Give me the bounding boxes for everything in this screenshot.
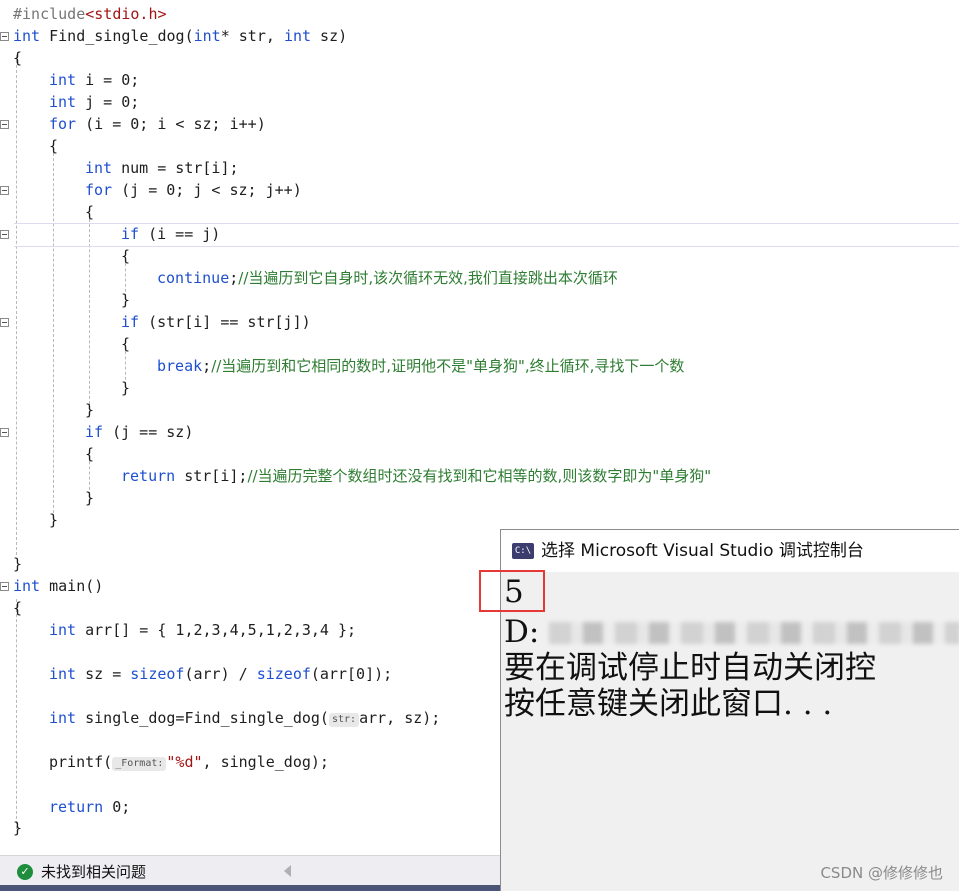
fold-toggle-icon[interactable] xyxy=(0,32,9,41)
code-line: { xyxy=(85,203,95,221)
console-title: 选择 Microsoft Visual Studio 调试控制台 xyxy=(541,541,864,561)
code-line: { xyxy=(13,599,23,617)
code-line: } xyxy=(121,291,131,309)
code-line: } xyxy=(85,401,95,419)
code-line: int Find_single_dog(int* str, int sz) xyxy=(13,27,348,45)
code-line: { xyxy=(13,49,23,67)
code-line: #include<stdio.h> xyxy=(13,5,167,23)
code-line: int sz = sizeof(arr) / sizeof(arr[0]); xyxy=(49,665,393,683)
code-line: break;//当遍历到和它相同的数时,证明他不是"单身狗",终止循环,寻找下一… xyxy=(157,357,685,375)
fold-toggle-icon[interactable] xyxy=(0,318,9,327)
indent-guide xyxy=(16,55,17,555)
debug-console-window[interactable]: C:\ 选择 Microsoft Visual Studio 调试控制台 5 D… xyxy=(500,529,959,891)
fold-toggle-icon[interactable] xyxy=(0,582,9,591)
code-line: { xyxy=(49,137,59,155)
code-line: for (i = 0; i < sz; i++) xyxy=(49,115,266,133)
code-line: int arr[] = { 1,2,3,4,5,1,2,3,4 }; xyxy=(49,621,357,639)
code-line: int i = 0; xyxy=(49,71,140,89)
status-bar-accent xyxy=(0,885,500,891)
fold-toggle-icon[interactable] xyxy=(0,186,9,195)
code-line: { xyxy=(121,335,131,353)
fold-toggle-icon[interactable] xyxy=(0,230,9,239)
code-line: if (str[i] == str[j]) xyxy=(121,313,311,331)
parameter-hint: _Format: xyxy=(112,757,167,771)
code-line: return str[i];//当遍历完整个数组时还没有找到和它相等的数,则该数… xyxy=(121,467,712,485)
console-output-line: D: xyxy=(504,614,540,650)
code-line: if (i == j) xyxy=(121,225,221,243)
console-app-icon: C:\ xyxy=(512,543,534,559)
indent-guide xyxy=(16,599,17,829)
indent-guide xyxy=(53,143,54,523)
console-output-line: 按任意键关闭此窗口. . . xyxy=(504,686,833,722)
code-line: if (j == sz) xyxy=(85,423,194,441)
code-line: } xyxy=(85,489,95,507)
parameter-hint: str: xyxy=(328,713,360,727)
code-line: continue;//当遍历到它自身时,该次循环无效,我们直接跳出本次循环 xyxy=(157,269,618,287)
code-line: { xyxy=(85,445,95,463)
code-line: } xyxy=(121,379,131,397)
code-line: return 0; xyxy=(49,798,131,816)
console-output[interactable]: 5 D: 要在调试停止时自动关闭控 按任意键关闭此窗口. . . xyxy=(501,572,959,891)
code-line: } xyxy=(49,511,59,529)
output-highlight-box xyxy=(479,570,545,612)
watermark: CSDN @修修修也 xyxy=(820,864,943,882)
check-circle-icon: ✓ xyxy=(17,864,33,880)
code-line: int single_dog=Find_single_dog(str: arr, … xyxy=(49,709,441,727)
fold-toggle-icon[interactable] xyxy=(0,428,9,437)
scroll-left-icon[interactable] xyxy=(284,865,291,877)
status-bar: ✓ 未找到相关问题 xyxy=(0,855,500,891)
code-line: int main() xyxy=(13,577,104,595)
code-line: for (j = 0; j < sz; j++) xyxy=(85,181,302,199)
code-line: { xyxy=(121,247,131,265)
fold-toggle-icon[interactable] xyxy=(0,120,9,129)
code-line: int j = 0; xyxy=(49,93,140,111)
code-line: printf(_Format: "%d", single_dog); xyxy=(49,753,329,771)
console-title-bar[interactable]: C:\ 选择 Microsoft Visual Studio 调试控制台 xyxy=(501,530,959,572)
console-output-line: 要在调试停止时自动关闭控 xyxy=(504,650,876,686)
code-line: } xyxy=(13,819,23,837)
issues-status-text[interactable]: 未找到相关问题 xyxy=(41,861,146,882)
redacted-path xyxy=(549,622,959,644)
code-line: } xyxy=(13,555,23,573)
code-line: int num = str[i]; xyxy=(85,159,239,177)
